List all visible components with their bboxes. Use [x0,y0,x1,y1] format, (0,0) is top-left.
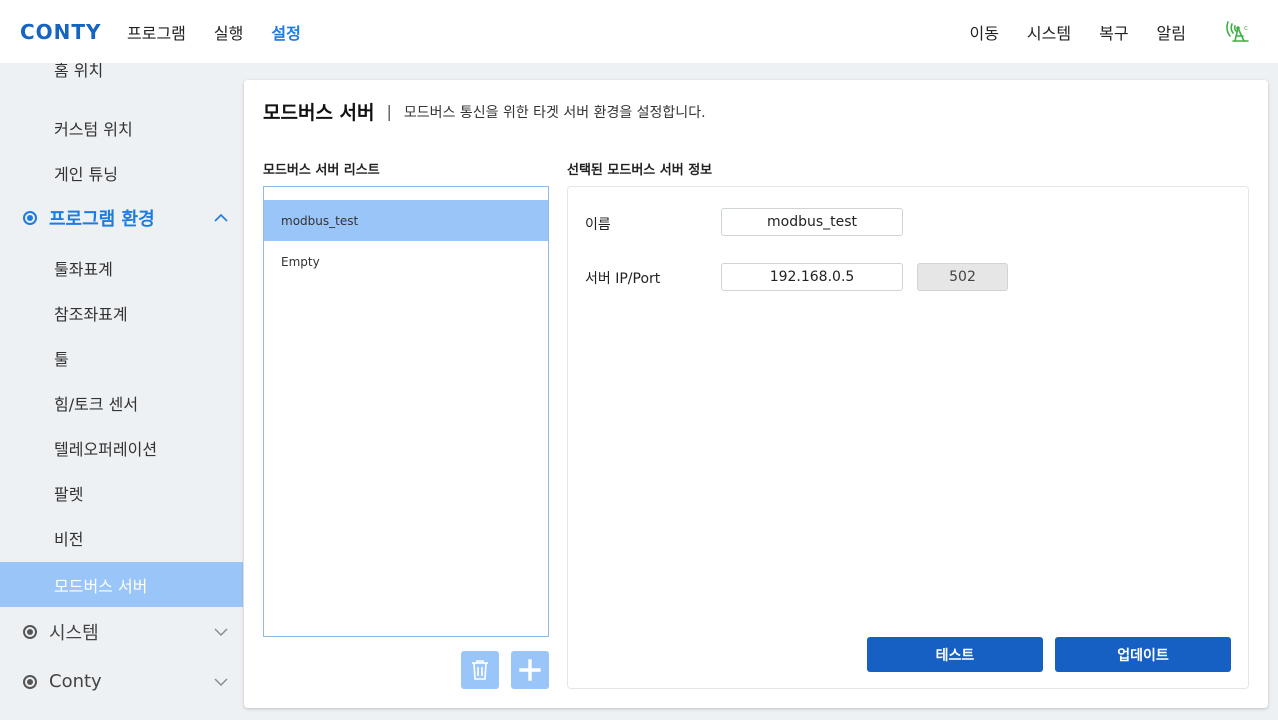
main-nav: 프로그램 실행 설정 [127,20,301,44]
page-title: 모드버스 서버 [263,102,375,124]
sidebar-item-home-position[interactable]: 홈 위치 [54,63,103,81]
sidebar-item-modbus-server[interactable]: 모드버스 서버 [0,562,243,607]
svg-text:c: c [1244,24,1248,32]
sidebar-item-label: 툴 [54,349,69,369]
server-ip-port-label: 서버 IP/Port [585,271,661,287]
title-separator: | [386,102,392,121]
sidebar-group-program-env[interactable]: 프로그램 환경 [0,195,243,240]
sidebar-item-label: 텔레오퍼레이션 [54,439,158,459]
sidebar-item-tool[interactable]: 툴 [0,335,243,380]
test-button[interactable]: 테스트 [867,637,1043,672]
update-button[interactable]: 업데이트 [1055,637,1231,672]
server-info-box: 이름 modbus_test 서버 IP/Port 192.168.0.5 50… [567,186,1249,689]
utility-nav: 이동 시스템 복구 알림 [969,20,1186,44]
chevron-down-icon[interactable] [213,674,229,690]
name-input[interactable]: modbus_test [721,208,903,236]
server-list: modbus_test Empty [263,186,549,637]
list-item[interactable]: modbus_test [264,200,548,241]
list-item-label: modbus_test [281,213,359,228]
page-description: 모드버스 통신을 위한 타겟 서버 환경을 설정합니다. [403,104,706,121]
radio-dot-icon [23,624,37,639]
top-bar: CONTY 프로그램 실행 설정 이동 시스템 복구 알림 c [0,0,1278,63]
sidebar-group-label: 프로그램 환경 [49,208,155,230]
radio-dot-icon [23,210,37,225]
wifi-signal-icon[interactable]: c [1222,14,1256,48]
sidebar-group-system[interactable]: 시스템 [0,609,243,654]
list-item-label: Empty [281,254,320,269]
sidebar-item-vision[interactable]: 비전 [0,515,243,560]
sidebar-item-teleoperation[interactable]: 텔레오퍼레이션 [0,425,243,470]
page-header: 모드버스 서버 | 모드버스 통신을 위한 타겟 서버 환경을 설정합니다. [263,98,706,125]
sidebar-item-label: 팔렛 [54,484,84,504]
sidebar-item-gain-tuning[interactable]: 게인 튜닝 [0,150,243,195]
sidebar-item-tool-frame[interactable]: 툴좌표계 [0,245,243,290]
sidebar-item-label: 참조좌표계 [54,304,128,324]
sidebar: 홈 위치 커스텀 위치 게인 튜닝 프로그램 환경 툴좌표계 참조좌표계 툴 힘… [0,63,243,720]
nav-move[interactable]: 이동 [969,20,998,44]
sidebar-group-label: 시스템 [49,622,99,644]
nav-recovery[interactable]: 복구 [1099,20,1128,44]
radio-dot-icon [23,674,37,689]
trash-icon [472,660,488,680]
sidebar-item-reference-frame[interactable]: 참조좌표계 [0,290,243,335]
conty-logo: CONTY [20,20,102,44]
sidebar-item-ft-sensor[interactable]: 힘/토크 센서 [0,380,243,425]
chevron-up-icon[interactable] [213,210,229,226]
nav-alarm[interactable]: 알림 [1157,20,1186,44]
nav-system[interactable]: 시스템 [1027,20,1071,44]
sidebar-item-label: 게인 튜닝 [54,164,118,184]
server-port-field: 502 [917,263,1008,291]
chevron-down-icon[interactable] [213,624,229,640]
server-ip-input[interactable]: 192.168.0.5 [721,263,903,291]
sidebar-item-label: 모드버스 서버 [54,576,148,596]
sidebar-group-conty[interactable]: Conty [0,659,243,704]
list-item[interactable]: Empty [264,241,548,282]
sidebar-group-label: Conty [49,671,102,692]
nav-settings[interactable]: 설정 [271,20,300,44]
sidebar-item-label: 힘/토크 센서 [54,394,139,414]
delete-server-button[interactable] [461,651,499,689]
server-info-label: 선택된 모드버스 서버 정보 [567,163,713,178]
plus-icon [519,659,541,681]
sidebar-item-label: 커스텀 위치 [54,119,133,139]
nav-run[interactable]: 실행 [214,20,243,44]
sidebar-item-label: 툴좌표계 [54,259,113,279]
server-list-label: 모드버스 서버 리스트 [263,163,380,178]
add-server-button[interactable] [511,651,549,689]
name-label: 이름 [585,217,611,233]
sidebar-item-custom-position[interactable]: 커스텀 위치 [0,105,243,150]
modbus-server-panel: 모드버스 서버 | 모드버스 통신을 위한 타겟 서버 환경을 설정합니다. 모… [244,80,1268,708]
sidebar-item-pallet[interactable]: 팔렛 [0,470,243,515]
sidebar-item-label: 비전 [54,529,84,549]
nav-program[interactable]: 프로그램 [127,20,186,44]
